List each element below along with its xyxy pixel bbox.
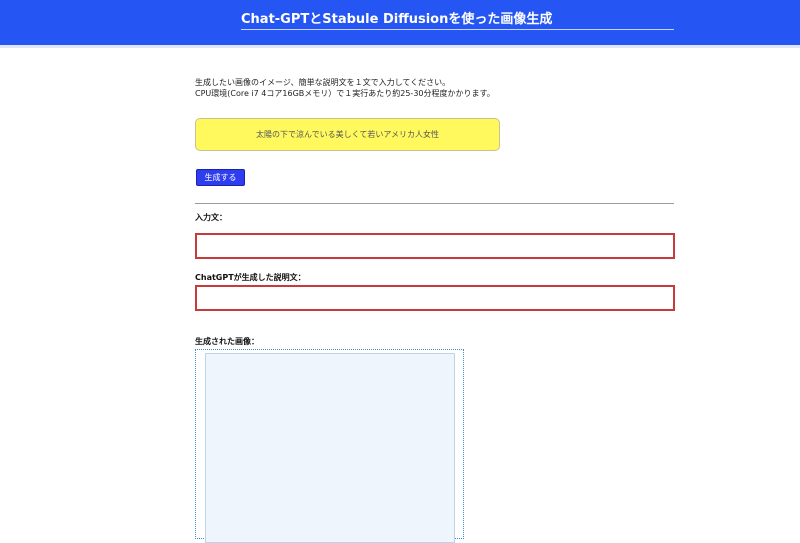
section-divider — [195, 203, 674, 204]
prompt-input[interactable] — [195, 118, 500, 151]
generated-image-placeholder — [205, 353, 455, 543]
input-text-output — [195, 233, 675, 259]
instructions-line-1: 生成したい画像のイメージ、簡単な説明文を１文で入力してください。 — [195, 78, 451, 87]
chatgpt-description-output — [195, 285, 675, 311]
generated-image-frame — [195, 349, 464, 543]
input-text-label: 入力文： — [195, 213, 227, 222]
generate-button[interactable]: 生成する — [196, 169, 245, 186]
generated-image-label: 生成された画像： — [195, 337, 259, 346]
instructions-text: 生成したい画像のイメージ、簡単な説明文を１文で入力してください。 CPU環境(C… — [195, 77, 495, 99]
instructions-line-2: CPU環境(Core i7 4コア16GBメモリ）で１実行あたり約25-30分程… — [195, 89, 495, 98]
chatgpt-description-label: ChatGPTが生成した説明文： — [195, 273, 306, 282]
main-content: 生成したい画像のイメージ、簡単な説明文を１文で入力してください。 CPU環境(C… — [195, 0, 675, 543]
